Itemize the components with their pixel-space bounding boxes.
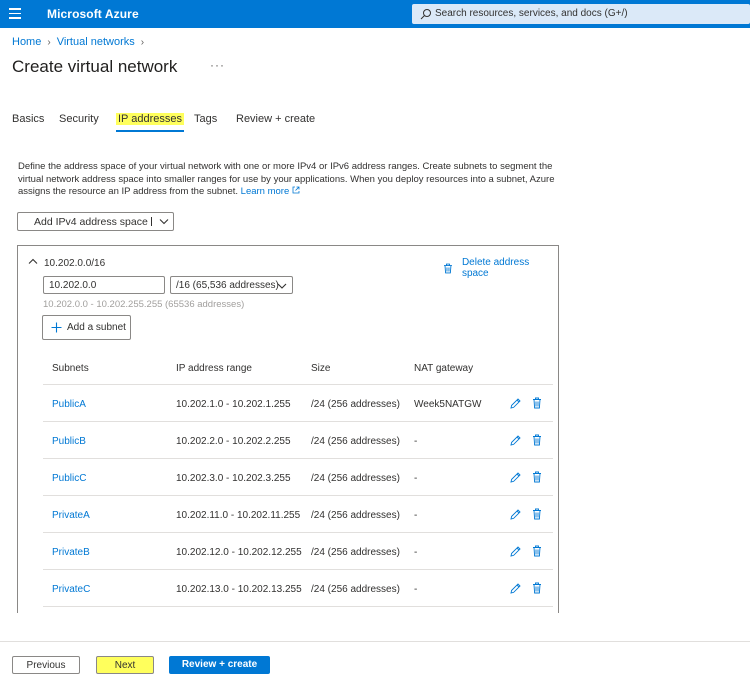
chevron-right-icon: ›: [47, 36, 51, 48]
column-header-nat-gateway: NAT gateway: [414, 363, 474, 374]
chevron-down-icon: [277, 283, 287, 289]
add-space-label: Add IPv4 address space: [34, 216, 148, 228]
review-create-button[interactable]: Review + create: [169, 656, 270, 674]
table-row: PrivateC 10.202.13.0 - 10.202.13.255/24 (…: [43, 570, 553, 607]
column-header-ip-range: IP address range: [176, 363, 252, 374]
prefix-value: /16 (65,536 addresses): [176, 280, 279, 291]
split-divider: [151, 217, 152, 226]
add-subnet-button[interactable]: Add a subnet: [42, 315, 131, 340]
trash-icon[interactable]: [532, 471, 542, 483]
chevron-right-icon: ›: [140, 36, 145, 48]
table-row: PrivateA 10.202.11.0 - 10.202.11.255/24 (…: [43, 496, 553, 533]
add-subnet-label: Add a subnet: [67, 322, 126, 333]
prefix-select[interactable]: /16 (65,536 addresses): [170, 276, 293, 294]
chevron-up-icon[interactable]: [28, 257, 38, 265]
subnet-name-link[interactable]: PublicA: [52, 399, 86, 410]
subnet-table: Subnets IP address range Size NAT gatewa…: [43, 349, 553, 607]
trash-icon[interactable]: [532, 545, 542, 557]
table-row: PublicA 10.202.1.0 - 10.202.1.255/24 (256…: [43, 385, 553, 422]
trash-icon[interactable]: [532, 582, 542, 594]
subnet-name-link[interactable]: PrivateB: [52, 547, 90, 558]
page-title: Create virtual network: [12, 57, 178, 76]
edit-icon[interactable]: [510, 472, 521, 483]
breadcrumb: Home › Virtual networks ›: [12, 36, 150, 48]
subnet-name-link[interactable]: PublicC: [52, 473, 86, 484]
delete-address-space-button[interactable]: Delete address space: [443, 257, 558, 279]
trash-icon[interactable]: [532, 434, 542, 446]
table-row: PublicC 10.202.3.0 - 10.202.3.255/24 (256…: [43, 459, 553, 496]
edit-icon[interactable]: [510, 435, 521, 446]
subnet-ip-range: 10.202.11.0 - 10.202.11.255: [176, 510, 301, 521]
footer-divider: [0, 641, 750, 642]
tab-tags[interactable]: Tags: [194, 113, 217, 125]
edit-icon[interactable]: [510, 509, 521, 520]
subnet-name-link[interactable]: PublicB: [52, 436, 86, 447]
plus-icon: [51, 322, 62, 333]
table-row: PrivateB 10.202.12.0 - 10.202.12.255/24 (…: [43, 533, 553, 570]
top-bar: Microsoft Azure Search resources, servic…: [0, 0, 750, 28]
trash-icon[interactable]: [532, 508, 542, 520]
brand-title[interactable]: Microsoft Azure: [47, 7, 139, 21]
address-input[interactable]: 10.202.0.0: [43, 276, 165, 294]
subnet-ip-range: 10.202.3.0 - 10.202.3.255: [176, 473, 291, 484]
subnet-nat-gateway: -: [414, 436, 418, 447]
more-options-button[interactable]: ···: [210, 58, 225, 72]
learn-more-link[interactable]: Learn more: [241, 186, 300, 197]
search-input[interactable]: Search resources, services, and docs (G+…: [435, 8, 628, 19]
breadcrumb-home[interactable]: Home: [12, 36, 41, 48]
address-range-hint: 10.202.0.0 - 10.202.255.255 (65536 addre…: [43, 299, 245, 310]
column-header-size: Size: [311, 363, 331, 374]
edit-icon[interactable]: [510, 398, 521, 409]
subnet-ip-range: 10.202.1.0 - 10.202.1.255: [176, 399, 291, 410]
subnet-nat-gateway: -: [414, 510, 418, 521]
subnet-ip-range: 10.202.12.0 - 10.202.12.255: [176, 547, 302, 558]
subnet-ip-range: 10.202.2.0 - 10.202.2.255: [176, 436, 291, 447]
subnet-nat-gateway: Week5NATGW: [414, 399, 482, 410]
tab-review-create[interactable]: Review + create: [236, 113, 315, 125]
tab-ip-addresses[interactable]: IP addresses: [116, 113, 185, 125]
subnet-size: /24 (256 addresses): [311, 436, 400, 447]
tab-basics[interactable]: Basics: [12, 113, 44, 125]
subnet-size: /24 (256 addresses): [311, 399, 400, 410]
search-box[interactable]: Search resources, services, and docs (G+…: [412, 4, 750, 24]
edit-icon[interactable]: [510, 583, 521, 594]
active-tab-indicator: [116, 130, 184, 132]
address-space-panel: 10.202.0.0/16 Delete address space 10.20…: [17, 245, 559, 613]
trash-icon[interactable]: [532, 397, 542, 409]
table-header: Subnets IP address range Size NAT gatewa…: [43, 349, 553, 385]
tab-security[interactable]: Security: [59, 113, 99, 125]
subnet-name-link[interactable]: PrivateA: [52, 510, 90, 521]
subnet-size: /24 (256 addresses): [311, 584, 400, 595]
search-icon: [420, 9, 431, 20]
column-header-subnets: Subnets: [52, 363, 89, 374]
trash-icon: [443, 263, 452, 273]
menu-icon[interactable]: [9, 8, 21, 19]
address-space-label: 10.202.0.0/16: [44, 258, 106, 269]
subnet-name-link[interactable]: PrivateC: [52, 584, 90, 595]
table-row: PublicB 10.202.2.0 - 10.202.2.255/24 (256…: [43, 422, 553, 459]
description: Define the address space of your virtual…: [18, 161, 563, 199]
subnet-size: /24 (256 addresses): [311, 547, 400, 558]
subnet-nat-gateway: -: [414, 473, 418, 484]
next-button[interactable]: Next: [96, 656, 154, 674]
subnet-ip-range: 10.202.13.0 - 10.202.13.255: [176, 584, 302, 595]
subnet-size: /24 (256 addresses): [311, 510, 400, 521]
edit-icon[interactable]: [510, 546, 521, 557]
previous-button[interactable]: Previous: [12, 656, 80, 674]
external-link-icon: [292, 186, 300, 194]
add-ipv4-address-space-button[interactable]: Add IPv4 address space: [17, 212, 174, 231]
subnet-size: /24 (256 addresses): [311, 473, 400, 484]
breadcrumb-virtual-networks[interactable]: Virtual networks: [57, 36, 135, 48]
chevron-down-icon[interactable]: [159, 216, 169, 226]
subnet-nat-gateway: -: [414, 584, 418, 595]
subnet-nat-gateway: -: [414, 547, 418, 558]
delete-address-space-label: Delete address space: [461, 257, 530, 279]
